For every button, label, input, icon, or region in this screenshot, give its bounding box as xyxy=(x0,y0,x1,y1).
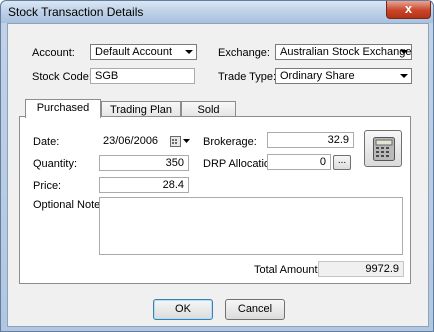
price-label: Price: xyxy=(33,180,62,192)
total-amount-field: 9972.9 xyxy=(318,261,404,277)
total-amount-label: Total Amount: xyxy=(254,264,321,276)
account-value: Default Account xyxy=(95,46,173,58)
brokerage-label: Brokerage: xyxy=(203,136,257,148)
trade-type-label: Trade Type: xyxy=(218,71,277,83)
exchange-label: Exchange: xyxy=(218,47,270,59)
stock-code-value: SGB xyxy=(95,70,119,82)
trade-type-value: Ordinary Share xyxy=(280,70,355,82)
drp-allocation-field[interactable]: 0 xyxy=(267,154,331,170)
brokerage-field[interactable]: 32.9 xyxy=(267,132,354,148)
calculator-icon xyxy=(373,137,395,161)
brokerage-value: 32.9 xyxy=(327,134,349,146)
price-value: 28.4 xyxy=(162,179,184,191)
tab-label: Sold xyxy=(197,104,220,116)
date-value: 23/06/2006 xyxy=(103,135,159,147)
quantity-label: Quantity: xyxy=(33,158,78,170)
tab-label: Trading Plan xyxy=(110,104,172,116)
quantity-value: 350 xyxy=(165,157,184,169)
chevron-down-icon[interactable] xyxy=(183,139,190,144)
exchange-select[interactable]: Australian Stock Exchange xyxy=(275,44,412,60)
chevron-down-icon xyxy=(399,71,409,81)
purchased-panel: Date: 23/06/2006 Quantity: 350 Price: 28… xyxy=(19,116,411,284)
stock-code-field[interactable]: SGB xyxy=(90,68,195,84)
close-icon: x xyxy=(404,1,413,16)
chevron-down-icon xyxy=(184,47,194,57)
optional-note-textarea[interactable] xyxy=(99,197,403,255)
calendar-icon[interactable] xyxy=(170,136,181,147)
cancel-button[interactable]: Cancel xyxy=(225,299,285,320)
total-amount-value: 9972.9 xyxy=(365,263,399,275)
calculator-button[interactable] xyxy=(364,130,402,167)
title-bar[interactable]: Stock Transaction Details x xyxy=(1,1,433,23)
date-label: Date: xyxy=(33,136,60,148)
tab-purchased[interactable]: Purchased xyxy=(25,99,101,118)
cancel-button-label: Cancel xyxy=(237,303,273,315)
date-picker[interactable]: 23/06/2006 xyxy=(99,134,191,150)
drp-browse-label: ... xyxy=(337,155,347,166)
price-field[interactable]: 28.4 xyxy=(99,177,189,193)
trade-type-select[interactable]: Ordinary Share xyxy=(275,68,412,84)
dialog-window: Stock Transaction Details x Account: Def… xyxy=(0,0,434,332)
window-title: Stock Transaction Details xyxy=(8,5,144,19)
exchange-value: Australian Stock Exchange xyxy=(280,46,412,58)
drp-browse-button[interactable]: ... xyxy=(333,155,351,170)
account-select[interactable]: Default Account xyxy=(90,44,197,60)
stock-code-label: Stock Code: xyxy=(32,71,92,83)
optional-note-label: Optional Note: xyxy=(33,199,104,211)
drp-allocation-value: 0 xyxy=(319,156,326,168)
quantity-field[interactable]: 350 xyxy=(99,155,189,171)
close-button[interactable]: x xyxy=(386,1,431,19)
ok-button-label: OK xyxy=(175,303,191,315)
ok-button[interactable]: OK xyxy=(153,299,213,320)
chevron-down-icon xyxy=(399,47,409,57)
tab-label: Purchased xyxy=(36,102,90,114)
account-label: Account: xyxy=(32,47,75,59)
